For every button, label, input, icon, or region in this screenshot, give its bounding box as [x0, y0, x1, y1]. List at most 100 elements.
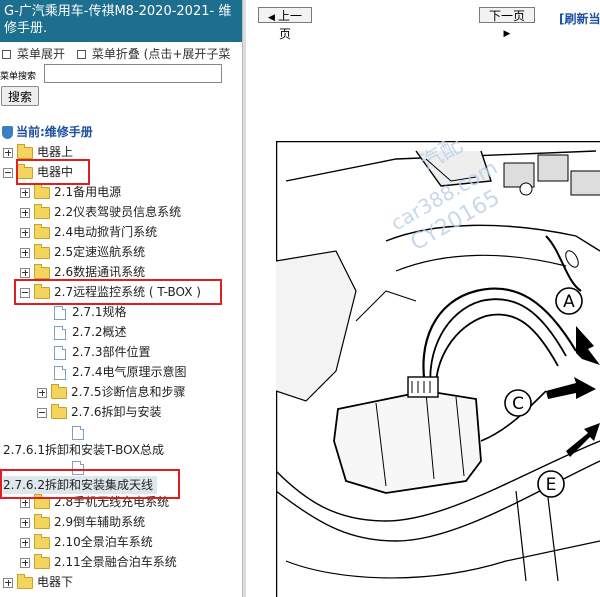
folder-icon: [34, 243, 50, 259]
menu-expand-link[interactable]: 菜单展开: [17, 47, 65, 61]
callout-e-label: E: [546, 475, 557, 495]
folder-icon: [34, 263, 50, 279]
expand-plus-icon[interactable]: [20, 537, 30, 548]
expand-plus-icon[interactable]: [20, 497, 30, 508]
folder-icon: [34, 223, 50, 239]
search-label: 菜单搜索: [0, 72, 37, 82]
tree-root-label: 当前:维修手册: [16, 125, 93, 139]
tree-node-2-4[interactable]: 2.4电动掀背门系统: [20, 223, 157, 241]
tree-node-2-7-6-2-selected[interactable]: 2.7.6.2拆卸和安装集成天线: [3, 476, 157, 494]
search-button[interactable]: 搜索: [1, 86, 40, 106]
bolt: [519, 182, 533, 196]
tree-node-2-7-6[interactable]: 2.7.6拆卸与安装: [37, 403, 162, 421]
next-page-button[interactable]: 下一页 ▶: [479, 7, 535, 39]
manual-title: G-广汽乘用车-传祺M8-2020-2021- 维修手册.: [0, 0, 242, 42]
collapse-minus-icon[interactable]: [37, 407, 47, 418]
tree-node-2-7-4[interactable]: 2.7.4电气原理示意图: [54, 363, 187, 381]
callout-c-label: C: [512, 394, 524, 414]
tree-node-label: 2.5定速巡航系统: [54, 245, 146, 259]
next-page-label: 下一页: [488, 9, 525, 23]
tree-node-label: 2.7.2概述: [72, 325, 127, 339]
tree-node-label: 2.10全景泊车系统: [54, 535, 153, 549]
document-icon: [54, 345, 66, 360]
tree-node-2-11[interactable]: 2.11全景融合泊车系统: [20, 553, 177, 571]
tree-node-label: 2.11全景融合泊车系统: [54, 555, 177, 569]
tree-node-2-6[interactable]: 2.6数据通讯系统: [20, 263, 145, 281]
sidebar: G-广汽乘用车-传祺M8-2020-2021- 维修手册. 菜单展开 菜单折叠 …: [0, 0, 242, 597]
tree-node-label: 2.7.6拆卸与安装: [71, 405, 162, 419]
tree-node-label: 2.7.6.2拆卸和安装集成天线: [3, 478, 153, 492]
tree-node-2-10[interactable]: 2.10全景泊车系统: [20, 533, 153, 551]
tree-node-electrical-lower[interactable]: 电器下: [3, 573, 73, 591]
tree-node-label: 2.7.3部件位置: [72, 345, 151, 359]
tree-node-label: 2.7.5诊断信息和步骤: [71, 385, 186, 399]
tree-node-2-7[interactable]: 2.7远程监控系统 ( T-BOX ): [20, 283, 201, 301]
tree-node-2-9[interactable]: 2.9倒车辅助系统: [20, 513, 145, 531]
tree-node-2-5[interactable]: 2.5定速巡航系统: [20, 243, 145, 261]
collapse-icon: [76, 50, 86, 59]
tree-node-label: 电器中: [37, 165, 74, 179]
folder-open-icon: [17, 163, 33, 179]
prev-page-label: 上一页: [277, 9, 302, 41]
tree-node-2-8[interactable]: 2.8手机无线充电系统: [20, 493, 169, 511]
expand-plus-icon[interactable]: [20, 187, 30, 198]
folder-icon: [34, 553, 50, 569]
expand-plus-icon[interactable]: [37, 387, 47, 398]
book-icon: [2, 126, 13, 139]
tree-node-2-7-5[interactable]: 2.7.5诊断信息和步骤: [37, 383, 186, 401]
folder-icon: [34, 513, 50, 529]
tree-node-label: 2.4电动掀背门系统: [54, 225, 158, 239]
expand-plus-icon[interactable]: [20, 207, 30, 218]
tree-node-2-7-6-1[interactable]: 2.7.6.1拆卸和安装T-BOX总成: [3, 441, 164, 459]
expand-plus-icon[interactable]: [20, 517, 30, 528]
tree-node-label: 2.1备用电源: [54, 185, 122, 199]
tree-node-2-1[interactable]: 2.1备用电源: [20, 183, 121, 201]
folder-icon: [34, 183, 50, 199]
tree-node-2-7-3[interactable]: 2.7.3部件位置: [54, 343, 151, 361]
tbox-antenna-diagram: A C E 汽配 car388.com CY20165: [276, 141, 600, 597]
document-icon: [72, 425, 84, 440]
document-icon: [72, 460, 84, 475]
menu-toggle-bar: 菜单展开 菜单折叠 (点击+展开子菜: [2, 45, 230, 62]
tree-root-current[interactable]: 当前:维修手册: [2, 123, 93, 140]
folder-open-icon: [51, 403, 67, 419]
menu-collapse-link[interactable]: 菜单折叠 (点击+展开子菜: [92, 47, 231, 61]
document-icon: [54, 325, 66, 340]
expand-icon: [2, 50, 11, 59]
expand-plus-icon[interactable]: [20, 227, 30, 238]
document-icon: [54, 305, 66, 320]
expand-plus-icon[interactable]: [20, 247, 30, 258]
folder-icon: [34, 203, 50, 219]
arrow-left-icon: ◀: [268, 13, 275, 23]
collapse-minus-icon[interactable]: [3, 167, 13, 178]
tree-node-electrical-upper[interactable]: 电器上: [3, 143, 73, 161]
tree-node-2-7-1[interactable]: 2.7.1规格: [54, 303, 127, 321]
folder-icon: [17, 573, 33, 589]
folder-icon: [34, 493, 50, 509]
tree-node-2-7-2[interactable]: 2.7.2概述: [54, 323, 127, 341]
folder-icon: [51, 383, 67, 399]
connector-block: [570, 170, 600, 196]
arrow-right-icon: ▶: [503, 29, 511, 39]
tree-node-label: 电器上: [37, 145, 74, 159]
tree-node-label: 2.7.1规格: [72, 305, 127, 319]
collapse-minus-icon[interactable]: [20, 287, 30, 298]
tbox-module: [333, 390, 482, 494]
tree-doc-icon-2-7-6-2: [72, 458, 90, 476]
tree-node-label: 2.7.4电气原理示意图: [72, 365, 187, 379]
refresh-link[interactable]: [刷新当: [559, 10, 600, 27]
tree-node-label: 2.7.6.1拆卸和安装T-BOX总成: [3, 443, 165, 457]
tree-node-2-2[interactable]: 2.2仪表驾驶员信息系统: [20, 203, 181, 221]
folder-open-icon: [34, 283, 50, 299]
folder-icon: [17, 143, 33, 159]
callout-a-label: A: [563, 292, 575, 312]
expand-plus-icon[interactable]: [3, 147, 13, 158]
tree-doc-icon-2-7-6-1: [72, 423, 90, 441]
expand-plus-icon[interactable]: [20, 267, 30, 278]
tree-node-label: 2.6数据通讯系统: [54, 265, 146, 279]
tree-node-electrical-middle[interactable]: 电器中: [3, 163, 73, 181]
expand-plus-icon[interactable]: [3, 577, 13, 588]
search-input[interactable]: [44, 64, 222, 83]
expand-plus-icon[interactable]: [20, 557, 30, 568]
prev-page-button[interactable]: ◀ 上一页: [258, 7, 312, 41]
